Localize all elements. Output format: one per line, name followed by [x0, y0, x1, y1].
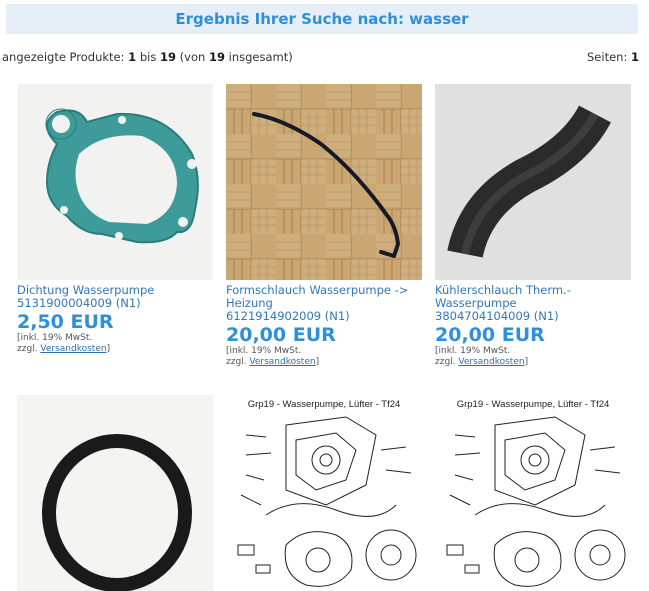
- product-card[interactable]: Formschlauch Wasserpumpe -> Heizung 6121…: [226, 84, 422, 368]
- results-to-word: bis: [136, 50, 160, 64]
- results-paren-close: insgesamt): [224, 50, 293, 64]
- shipping-prefix: zzgl.: [226, 357, 250, 367]
- product-image-gasket[interactable]: [17, 84, 213, 280]
- product-image-o-ring[interactable]: [17, 395, 213, 591]
- tax-note: [inkl. 19% MwSt. zzgl. Versandkosten]: [435, 346, 631, 368]
- product-card[interactable]: Dichtung Wasserpumpe 5131900004009 (N1) …: [17, 84, 213, 355]
- product-title[interactable]: Dichtung Wasserpumpe 5131900004009 (N1): [17, 284, 213, 310]
- product-card[interactable]: Kühlerschlauch Therm.- Wasserpumpe 38047…: [435, 84, 631, 368]
- product-title[interactable]: Formschlauch Wasserpumpe -> Heizung 6121…: [226, 284, 422, 323]
- pages-label: Seiten:: [587, 50, 631, 64]
- product-price: 20,00 EUR: [435, 324, 545, 346]
- tax-text: [inkl. 19% MwSt.: [435, 346, 511, 356]
- page-link-1[interactable]: 1: [631, 50, 639, 64]
- results-from: 1: [128, 50, 137, 64]
- shipping-prefix: zzgl.: [435, 357, 459, 367]
- product-title-line[interactable]: 3804704104009 (N1): [435, 310, 631, 323]
- product-image-diagram[interactable]: Grp19 - Wasserpumpe, Lüfter - Tf24: [226, 395, 422, 591]
- results-to: 19: [160, 50, 177, 64]
- product-image-diagram[interactable]: Grp19 - Wasserpumpe, Lüfter - Tf24: [435, 395, 631, 591]
- product-image-hose-parquet[interactable]: [226, 84, 422, 280]
- shipping-prefix: zzgl.: [17, 344, 41, 354]
- shipping-costs-link[interactable]: Versandkosten: [40, 344, 106, 354]
- search-result-title: Ergebnis Ihrer Suche nach: wasser: [6, 4, 638, 34]
- results-paren-open: (von: [176, 50, 209, 64]
- product-title[interactable]: Kühlerschlauch Therm.- Wasserpumpe 38047…: [435, 284, 631, 323]
- product-price: 20,00 EUR: [226, 324, 336, 346]
- product-image-curved-hose[interactable]: [435, 84, 631, 280]
- tax-note: [inkl. 19% MwSt. zzgl. Versandkosten]: [226, 346, 422, 368]
- shipping-suffix: ]: [315, 357, 320, 367]
- product-card[interactable]: Grp19 - Wasserpumpe, Lüfter - Tf24: [226, 395, 422, 591]
- shipping-costs-link[interactable]: Versandkosten: [249, 357, 315, 367]
- tax-text: [inkl. 19% MwSt.: [226, 346, 302, 356]
- shipping-suffix: ]: [524, 357, 529, 367]
- tax-text: [inkl. 19% MwSt.: [17, 333, 93, 343]
- tax-note: [inkl. 19% MwSt. zzgl. Versandkosten]: [17, 333, 213, 355]
- product-title-line[interactable]: 6121914902009 (N1): [226, 310, 422, 323]
- shipping-costs-link[interactable]: Versandkosten: [458, 357, 524, 367]
- results-prefix: angezeigte Produkte:: [2, 50, 129, 64]
- product-price: 2,50 EUR: [17, 311, 114, 333]
- results-count: angezeigte Produkte: 1 bis 19 (von 19 in…: [2, 50, 293, 64]
- product-card[interactable]: [17, 395, 213, 591]
- shipping-suffix: ]: [106, 344, 111, 354]
- pagination: Seiten: 1: [587, 50, 639, 64]
- product-card[interactable]: Grp19 - Wasserpumpe, Lüfter - Tf24: [435, 395, 631, 591]
- results-total: 19: [208, 50, 225, 64]
- product-title-line[interactable]: 5131900004009 (N1): [17, 297, 213, 310]
